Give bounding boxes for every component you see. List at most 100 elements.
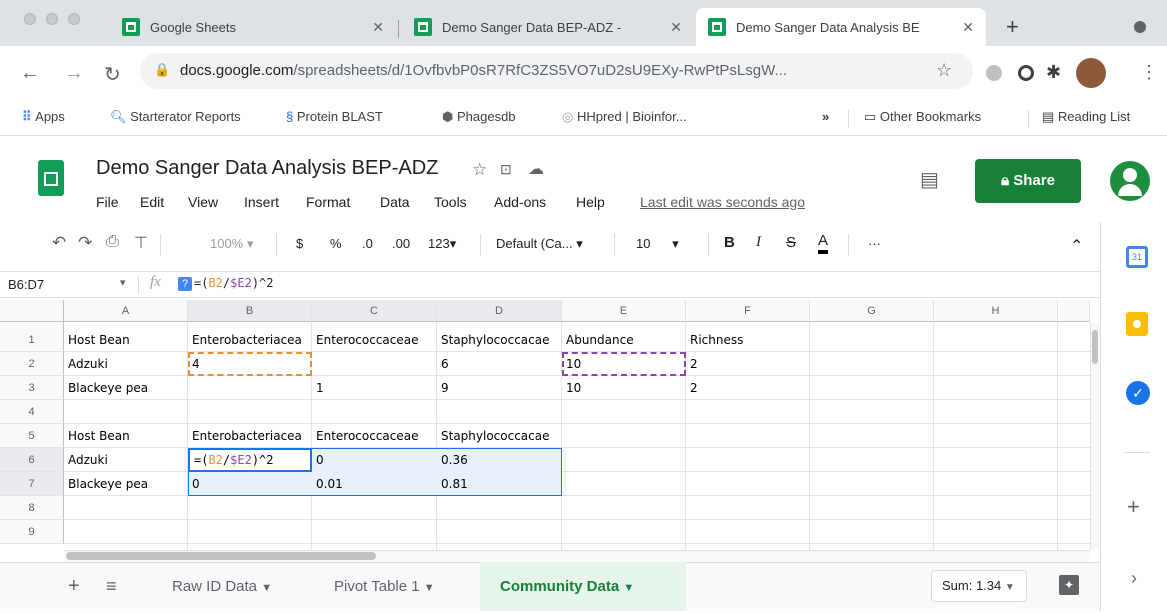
cell-d6[interactable]: 0.36 xyxy=(437,448,562,472)
cell-e1[interactable]: Abundance xyxy=(562,328,686,352)
horizontal-scrollbar-thumb[interactable] xyxy=(66,552,376,560)
cell-b5[interactable]: Enterobacteriacea xyxy=(188,424,312,448)
name-box[interactable]: B6:D7 xyxy=(8,277,44,292)
bookmark-starterator[interactable]: 🔍︎ Starterator Reports xyxy=(110,109,241,125)
formula-help-icon[interactable]: ? xyxy=(178,277,192,291)
sheets-logo-icon[interactable] xyxy=(38,160,64,196)
font-size-select[interactable]: 10 ▾ xyxy=(636,236,679,252)
menu-view[interactable]: View xyxy=(188,194,218,210)
extension-circle-icon[interactable] xyxy=(1018,65,1034,81)
cell-c1[interactable]: Enterococcaceae xyxy=(312,328,437,352)
row-header-5[interactable]: 5 xyxy=(0,424,64,448)
column-header-e[interactable]: E xyxy=(562,300,686,322)
print-icon[interactable]: ⎙ xyxy=(106,233,119,251)
chrome-menu-icon[interactable]: ⋮ xyxy=(1140,62,1158,83)
window-close-button[interactable] xyxy=(24,13,36,25)
cell-e2[interactable]: 10 xyxy=(562,352,686,376)
close-tab-icon[interactable]: ✕ xyxy=(670,19,682,36)
calendar-icon[interactable]: 31 xyxy=(1126,246,1148,268)
sheet-tab-community-data[interactable]: Community Data ▼ xyxy=(480,562,686,611)
row-header-7[interactable]: 7 xyxy=(0,472,64,496)
cell-d2[interactable]: 6 xyxy=(437,352,562,376)
browser-tab-demo-sanger-data[interactable]: Demo Sanger Data BEP-ADZ - ✕ xyxy=(402,8,694,46)
menu-help[interactable]: Help xyxy=(576,194,605,210)
address-bar[interactable]: 🔒 docs.google.com/spreadsheets/d/1Ovfbvb… xyxy=(140,53,973,89)
row-header-4[interactable]: 4 xyxy=(0,400,64,424)
menu-file[interactable]: File xyxy=(96,194,119,210)
cell-a1[interactable]: Host Bean xyxy=(64,328,188,352)
font-select[interactable]: Default (Ca... ▾ xyxy=(496,236,583,252)
cell-c6[interactable]: 0 xyxy=(312,448,437,472)
profile-avatar[interactable] xyxy=(1076,58,1106,88)
vertical-scrollbar-thumb[interactable] xyxy=(1092,330,1098,364)
bookmark-hhpred[interactable]: ◎ HHpred | Bioinfor... xyxy=(562,109,687,125)
column-header-h[interactable]: H xyxy=(934,300,1058,322)
forward-arrow-icon[interactable]: → xyxy=(64,62,84,85)
move-folder-icon[interactable]: ⊡ xyxy=(500,161,512,178)
bold-button[interactable]: B xyxy=(724,234,735,251)
sheet-tab-raw-id-data[interactable]: Raw ID Data ▼ xyxy=(152,562,292,611)
row-header-8[interactable]: 8 xyxy=(0,496,64,520)
last-edit-link[interactable]: Last edit was seconds ago xyxy=(640,194,805,210)
cell-a6[interactable]: Adzuki xyxy=(64,448,188,472)
column-header-d[interactable]: D xyxy=(437,300,562,322)
menu-add-ons[interactable]: Add-ons xyxy=(494,194,546,210)
row-header-2[interactable]: 2 xyxy=(0,352,64,376)
column-header-a[interactable]: A xyxy=(64,300,188,322)
collapse-menus-icon[interactable]: ⌃ xyxy=(1070,236,1083,256)
row-header-9[interactable]: 9 xyxy=(0,520,64,544)
sum-dropdown[interactable]: Sum: 1.34 ▼ xyxy=(931,570,1027,602)
name-box-dropdown-icon[interactable]: ▾ xyxy=(120,276,126,289)
tasks-icon[interactable]: ✓ xyxy=(1126,381,1150,405)
format-currency-button[interactable]: $ xyxy=(296,236,303,251)
window-minimize-button[interactable] xyxy=(46,13,58,25)
cell-d7[interactable]: 0.81 xyxy=(437,472,562,496)
menu-tools[interactable]: Tools xyxy=(434,194,467,210)
cell-a7[interactable]: Blackeye pea xyxy=(64,472,188,496)
menu-data[interactable]: Data xyxy=(380,194,410,210)
column-header-g[interactable]: G xyxy=(810,300,934,322)
sheet-tab-pivot-table-1[interactable]: Pivot Table 1 ▼ xyxy=(314,562,455,611)
formula-input[interactable]: =(B2/$E2)^2 xyxy=(194,276,274,290)
more-formats-button[interactable]: 123▾ xyxy=(428,236,456,252)
cell-f3[interactable]: 2 xyxy=(686,376,810,400)
cell-a3[interactable]: Blackeye pea xyxy=(64,376,188,400)
format-percent-button[interactable]: % xyxy=(330,236,342,251)
row-header-3[interactable]: 3 xyxy=(0,376,64,400)
new-tab-button[interactable]: + xyxy=(1006,16,1019,38)
cell-b7[interactable]: 0 xyxy=(188,472,312,496)
window-zoom-button[interactable] xyxy=(68,13,80,25)
close-tab-icon[interactable]: ✕ xyxy=(962,19,974,36)
browser-tab-demo-sanger-analysis[interactable]: Demo Sanger Data Analysis BE ✕ xyxy=(696,8,986,46)
cell-c3[interactable]: 1 xyxy=(312,376,437,400)
cell-a2[interactable]: Adzuki xyxy=(64,352,188,376)
keep-icon[interactable] xyxy=(1126,312,1148,336)
chrome-profile-menu-icon[interactable] xyxy=(1134,21,1146,33)
reload-icon[interactable]: ↻ xyxy=(104,62,121,87)
account-avatar[interactable] xyxy=(1110,161,1150,201)
select-all-corner[interactable] xyxy=(0,300,64,322)
italic-button[interactable]: I xyxy=(756,234,761,251)
cell-b1[interactable]: Enterobacteriacea xyxy=(188,328,312,352)
close-tab-icon[interactable]: ✕ xyxy=(372,19,384,36)
cell-f1[interactable]: Richness xyxy=(686,328,810,352)
star-icon[interactable]: ☆ xyxy=(472,160,487,180)
cell-a5[interactable]: Host Bean xyxy=(64,424,188,448)
cell-b2[interactable]: 4 xyxy=(188,352,312,376)
bookmark-apps[interactable]: ⠿ Apps xyxy=(22,109,65,125)
browser-tab-google-sheets[interactable]: Google Sheets ✕ xyxy=(110,8,396,46)
menu-edit[interactable]: Edit xyxy=(140,194,164,210)
cell-e3[interactable]: 10 xyxy=(562,376,686,400)
paint-format-icon[interactable]: ⊤ xyxy=(134,233,148,253)
bookmark-protein-blast[interactable]: § Protein BLAST xyxy=(286,109,383,124)
cell-c7[interactable]: 0.01 xyxy=(312,472,437,496)
expand-panel-icon[interactable]: › xyxy=(1131,568,1137,589)
other-bookmarks-folder[interactable]: ▭ Other Bookmarks xyxy=(864,109,981,125)
strikethrough-button[interactable]: S xyxy=(786,234,796,251)
menu-insert[interactable]: Insert xyxy=(244,194,279,210)
cell-b6-editor[interactable]: =(B2/$E2)^2 xyxy=(188,448,312,472)
extension-icon[interactable] xyxy=(986,65,1002,81)
extensions-puzzle-icon[interactable]: ✱ xyxy=(1046,62,1061,83)
menu-format[interactable]: Format xyxy=(306,194,350,210)
decrease-decimal-button[interactable]: .0 xyxy=(362,236,373,251)
